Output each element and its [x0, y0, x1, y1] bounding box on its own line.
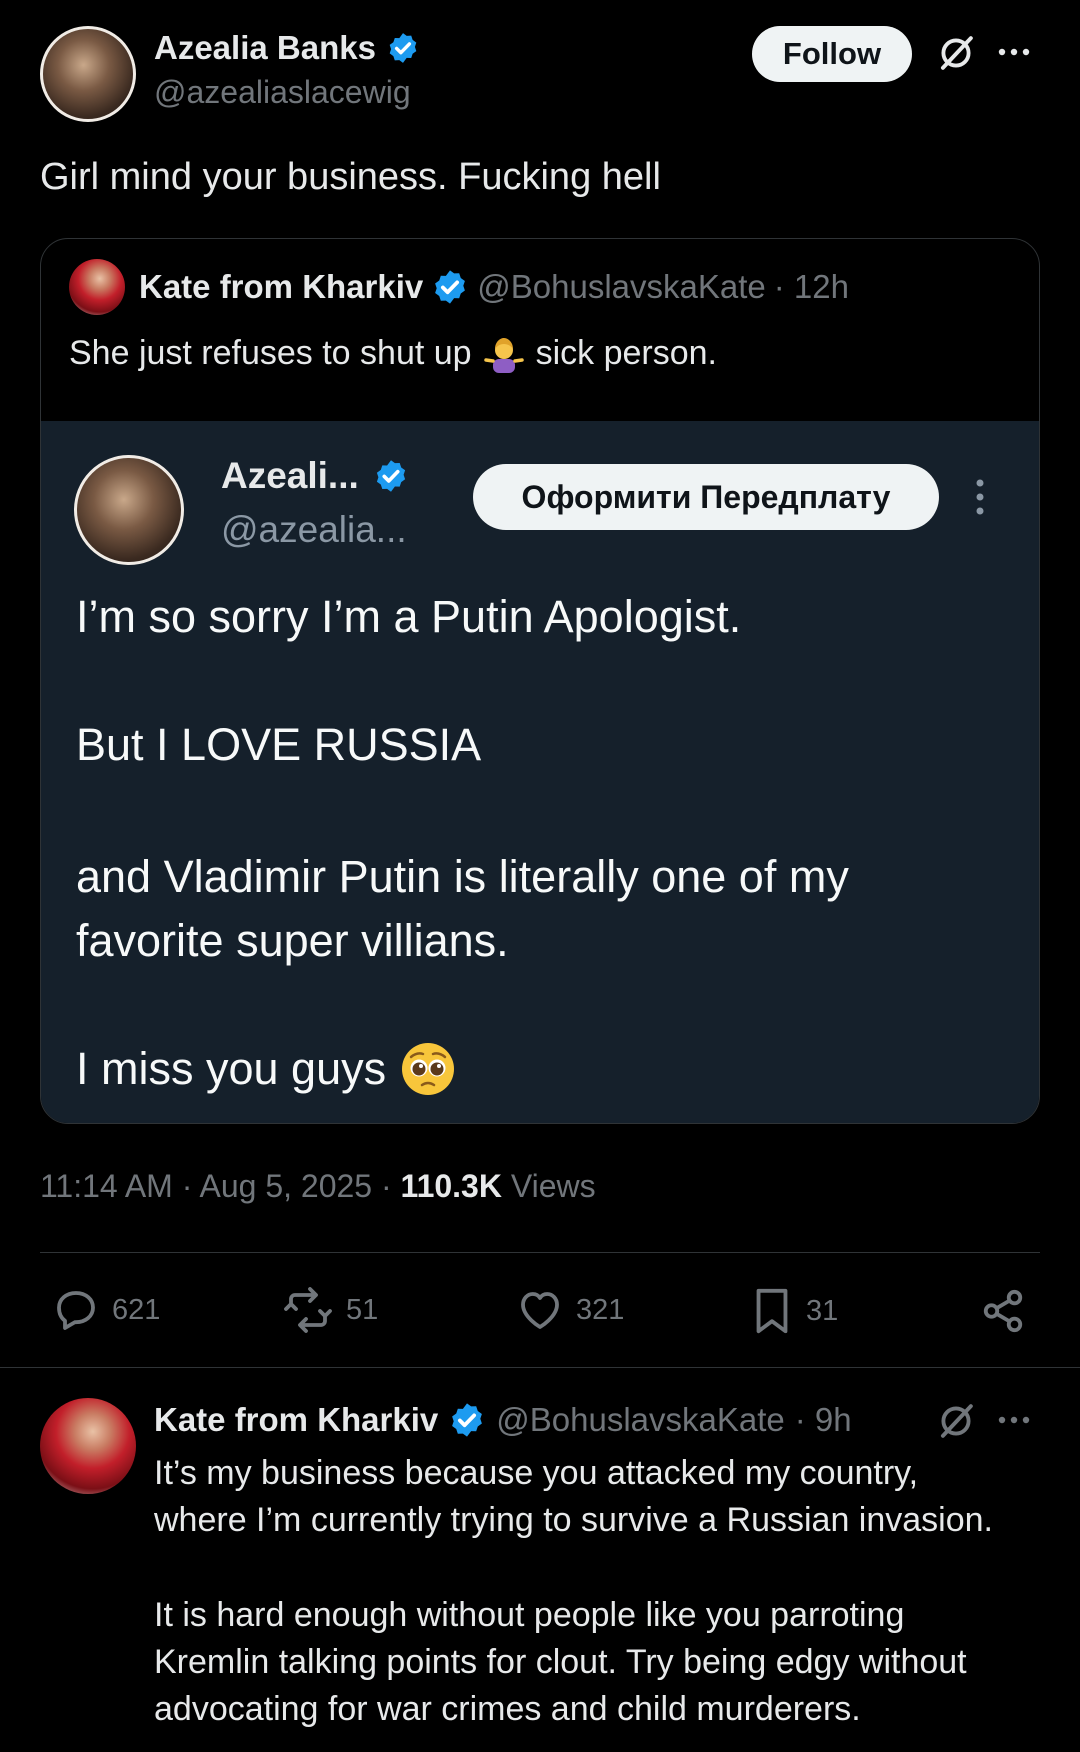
share-icon[interactable] [980, 1288, 1026, 1334]
views-label: Views [501, 1168, 596, 1204]
embedded-author-name: Azeali... [221, 455, 359, 496]
reply-author-handle[interactable]: @BohuslavskaKate [496, 1401, 785, 1439]
tweet-meta: 11:14 AM · Aug 5, 2025 · 110.3K Views [40, 1168, 596, 1205]
reply-text-line: advocating for war crimes and child murd… [154, 1690, 861, 1728]
reply-text: It’s my business because you attacked my… [154, 1450, 993, 1733]
embedded-text-line-5: I miss you guys [76, 1043, 387, 1094]
embedded-screenshot[interactable]: Azeali... @azealia... Оформити Передплат… [41, 421, 1039, 1123]
quoted-text-start: She just refuses to shut up [69, 333, 472, 372]
subscribe-button: Оформити Передплату [473, 464, 939, 530]
reply-action[interactable]: 621 [52, 1286, 160, 1334]
author-name-row[interactable]: Azealia Banks [154, 26, 420, 70]
quoted-author-handle[interactable]: @BohuslavskaKate [477, 268, 766, 306]
reply-header: Kate from Kharkiv @BohuslavskaKate · 9h [154, 1398, 852, 1442]
embedded-author-handle: @azealia... [221, 509, 407, 550]
verified-badge-icon [435, 270, 466, 304]
like-action[interactable]: 321 [516, 1286, 624, 1334]
quoted-text-end: sick person. [535, 333, 717, 372]
embedded-text-line-2: But I LOVE RUSSIA [76, 719, 482, 770]
thread-divider [0, 1367, 1080, 1368]
bookmark-count: 31 [806, 1294, 839, 1327]
author-avatar[interactable] [40, 26, 136, 122]
views-count[interactable]: 110.3K [401, 1168, 502, 1204]
more-icon[interactable] [995, 1408, 1037, 1432]
reply-icon[interactable] [52, 1286, 100, 1334]
author-name[interactable]: Azealia Banks [154, 29, 376, 67]
timestamp[interactable]: 11:14 AM · Aug 5, 2025 · [40, 1168, 401, 1204]
repost-action[interactable]: 51 [282, 1286, 378, 1334]
person-shrugging-emoji [483, 338, 524, 373]
embedded-text-line-1: I’m so sorry I’m a Putin Apologist. [76, 591, 742, 642]
embedded-text-line-4: favorite super villians. [76, 915, 509, 966]
grok-icon[interactable] [935, 1400, 977, 1442]
follow-button[interactable]: Follow [752, 26, 912, 82]
reply-text-line: It is hard enough without people like yo… [154, 1596, 905, 1634]
tweet-text: Girl mind your business. Fucking hell [40, 156, 661, 198]
quoted-text: She just refuses to shut up sick person. [69, 333, 717, 373]
bookmark-icon[interactable] [750, 1286, 794, 1336]
bookmark-action[interactable]: 31 [750, 1286, 838, 1336]
more-icon[interactable] [995, 40, 1037, 64]
reply-time: · 9h [794, 1401, 852, 1438]
reply-author-avatar[interactable] [40, 1398, 136, 1494]
verified-badge-icon [452, 1403, 483, 1437]
reply-text-line: It’s my business because you attacked my… [154, 1454, 919, 1492]
embedded-text-line-3: and Vladimir Putin is literally one of m… [76, 851, 849, 902]
quoted-author-avatar[interactable] [69, 259, 125, 315]
reply-text-line: where I’m currently trying to survive a … [154, 1501, 993, 1539]
repost-count: 51 [346, 1293, 379, 1326]
quoted-author-name[interactable]: Kate from Kharkiv [139, 268, 423, 306]
embedded-author-avatar [74, 455, 184, 565]
reply-author-name[interactable]: Kate from Kharkiv [154, 1401, 438, 1439]
repost-icon[interactable] [282, 1286, 334, 1334]
grok-icon[interactable] [935, 32, 977, 74]
embedded-text-line-5-row: I miss you guys [76, 1041, 456, 1097]
author-handle[interactable]: @azealiaslacewig [154, 74, 411, 111]
quoted-header: Kate from Kharkiv @BohuslavskaKate · 12h [69, 259, 849, 315]
quoted-time: · 12h [773, 268, 849, 305]
like-count: 321 [576, 1293, 625, 1326]
pleading-face-emoji [402, 1043, 455, 1095]
verified-badge-icon [389, 33, 417, 63]
quoted-tweet[interactable]: Kate from Kharkiv @BohuslavskaKate · 12h… [40, 238, 1040, 1124]
verified-badge-icon [376, 460, 405, 492]
meta-divider [40, 1252, 1040, 1253]
reply-text-line: Kremlin talking points for clout. Try be… [154, 1643, 967, 1681]
embedded-author-name-row: Azeali... [221, 455, 409, 497]
like-icon[interactable] [516, 1286, 564, 1334]
vertical-more-icon [976, 479, 984, 515]
reply-count: 621 [112, 1293, 161, 1326]
